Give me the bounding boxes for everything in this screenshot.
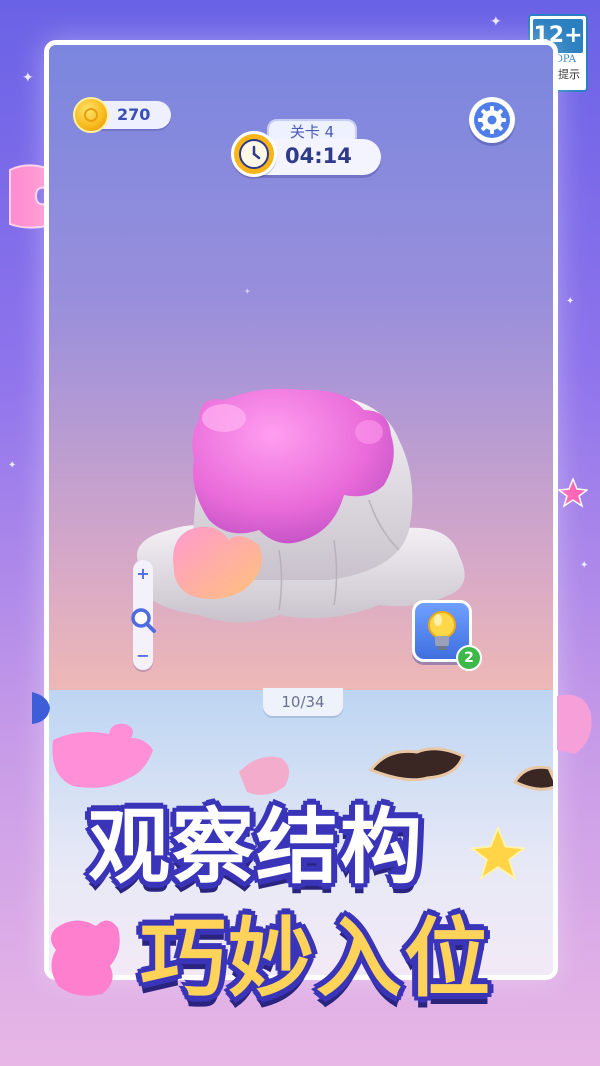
sparkle: ✦ (22, 70, 34, 86)
hint-count-badge: 2 (456, 645, 482, 671)
coin-icon (73, 97, 109, 133)
puzzle-piece[interactable] (509, 758, 558, 798)
clock-icon (231, 131, 277, 177)
magnifier-icon[interactable] (127, 604, 159, 636)
star-decoration (470, 826, 526, 881)
gear-icon (478, 106, 506, 134)
puzzle-piece-decoration (32, 692, 50, 724)
countdown-timer: 04:14 (231, 131, 381, 177)
star-decoration (558, 478, 588, 508)
settings-button[interactable] (469, 97, 515, 143)
sparkle: ✦ (566, 296, 575, 307)
puzzle-piece-decoration (51, 920, 120, 996)
promo-headline-line-1: 观察结构 (88, 800, 425, 895)
promo-headline-line-2: 巧妙入位 (140, 909, 492, 1009)
puzzle-piece-decoration (557, 694, 592, 754)
zoom-out-button[interactable]: − (133, 646, 153, 665)
coin-count: 270 (117, 105, 151, 124)
sparkle: ✦ (244, 287, 251, 296)
sparkle: ✦ (8, 460, 17, 471)
zoom-in-button[interactable]: + (133, 564, 153, 583)
level-label: 关卡 4 (267, 119, 357, 141)
zoom-slider[interactable]: + − (131, 560, 156, 670)
timer-value: 04:14 (285, 144, 352, 168)
coin-counter: 270 (73, 97, 171, 133)
sparkle: ✦ (580, 560, 589, 571)
sparkle: ✦ (490, 14, 502, 30)
piece-progress: 10/34 (263, 688, 343, 716)
puzzle-play-area[interactable]: ✦ 270 关卡 4 04:14 + − 2 (49, 45, 553, 690)
